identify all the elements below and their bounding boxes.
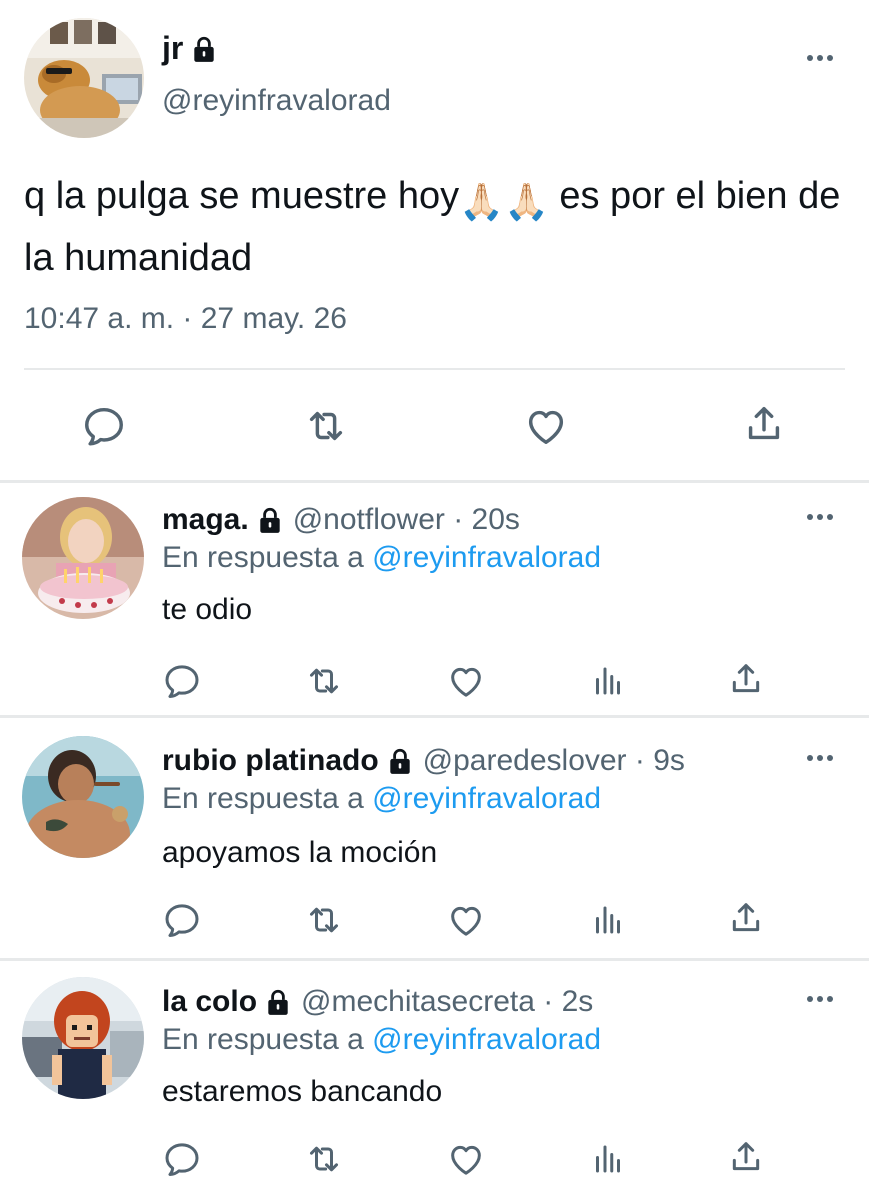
more-icon[interactable] — [802, 505, 838, 529]
reply-button[interactable] — [160, 659, 204, 703]
like-icon — [446, 900, 486, 940]
retweet-button[interactable] — [302, 1137, 346, 1181]
tweet-text: q la pulga se muestre hoy🙏🏻🙏🏻 es por el … — [24, 168, 844, 286]
retweet-icon — [303, 403, 349, 449]
reply-button[interactable] — [160, 1137, 204, 1181]
views-button[interactable] — [586, 659, 630, 703]
main-tweet: jr @reyinfravalorad q la pulga se muestr… — [0, 0, 869, 480]
reply-prefix: En respuesta a — [162, 1023, 373, 1056]
reply-icon — [162, 661, 202, 701]
share-icon — [741, 401, 787, 447]
reply-header: rubio platinado @paredeslover · 9s — [162, 744, 685, 778]
lock-icon — [387, 747, 413, 775]
share-button[interactable] — [724, 1135, 768, 1179]
author-name[interactable]: maga. — [162, 503, 249, 537]
like-button[interactable] — [444, 1137, 488, 1181]
views-icon — [590, 902, 626, 938]
tweet-text-part1: q la pulga se muestre hoy — [24, 175, 460, 217]
like-button[interactable] — [444, 898, 488, 942]
author-name[interactable]: jr — [162, 30, 217, 67]
more-icon[interactable] — [802, 987, 838, 1011]
reply-header: maga. @notflower · 20s — [162, 503, 520, 537]
avatar[interactable] — [22, 736, 144, 858]
avatar[interactable] — [22, 977, 144, 1099]
reply-button[interactable] — [80, 402, 128, 450]
like-icon — [523, 403, 569, 449]
author-handle[interactable]: @notflower · 20s — [293, 503, 520, 537]
like-icon — [446, 661, 486, 701]
author-name-text: jr — [162, 30, 184, 66]
like-icon — [446, 1139, 486, 1179]
like-button[interactable] — [444, 659, 488, 703]
views-button[interactable] — [586, 1137, 630, 1181]
reply-to-link[interactable]: @reyinfravalorad — [372, 782, 601, 815]
share-button[interactable] — [724, 896, 768, 940]
retweet-button[interactable] — [302, 402, 350, 450]
reply-icon — [162, 1139, 202, 1179]
author-name[interactable]: rubio platinado — [162, 744, 379, 778]
reply-context: En respuesta a @reyinfravalorad — [162, 782, 601, 816]
reply-text: apoyamos la moción — [162, 836, 438, 869]
retweet-button[interactable] — [302, 659, 346, 703]
reply-tweet[interactable]: rubio platinado @paredeslover · 9s En re… — [0, 718, 869, 958]
retweet-icon — [304, 661, 344, 701]
divider — [24, 368, 845, 370]
tweet-timestamp[interactable]: 10:47 a. m. · 27 may. 26 — [24, 302, 347, 336]
share-icon — [726, 898, 766, 938]
folded-hands-emoji: 🙏🏻🙏🏻 — [459, 181, 549, 222]
reply-header: la colo @mechitasecreta · 2s — [162, 985, 593, 1019]
more-icon[interactable] — [802, 46, 838, 70]
retweet-button[interactable] — [302, 898, 346, 942]
reply-context: En respuesta a @reyinfravalorad — [162, 1023, 601, 1057]
like-button[interactable] — [522, 402, 570, 450]
views-button[interactable] — [586, 898, 630, 942]
reply-icon — [81, 403, 127, 449]
reply-button[interactable] — [160, 898, 204, 942]
reply-tweet[interactable]: la colo @mechitasecreta · 2s En respuest… — [0, 961, 869, 1200]
lock-icon — [191, 35, 217, 63]
retweet-icon — [304, 1139, 344, 1179]
reply-text: estaremos bancando — [162, 1075, 443, 1108]
author-handle[interactable]: @mechitasecreta · 2s — [301, 985, 593, 1019]
reply-to-link[interactable]: @reyinfravalorad — [372, 541, 601, 574]
reply-context: En respuesta a @reyinfravalorad — [162, 541, 601, 575]
lock-icon — [265, 988, 291, 1016]
reply-prefix: En respuesta a — [162, 782, 373, 815]
reply-prefix: En respuesta a — [162, 541, 373, 574]
reply-to-link[interactable]: @reyinfravalorad — [372, 1023, 601, 1056]
author-handle[interactable]: @paredeslover · 9s — [423, 744, 685, 778]
author-name[interactable]: la colo — [162, 985, 257, 1019]
retweet-icon — [304, 900, 344, 940]
share-icon — [726, 659, 766, 699]
reply-icon — [162, 900, 202, 940]
lock-icon — [257, 506, 283, 534]
views-icon — [590, 1141, 626, 1177]
avatar[interactable] — [22, 497, 144, 619]
views-icon — [590, 663, 626, 699]
author-handle[interactable]: @reyinfravalorad — [162, 84, 391, 118]
share-icon — [726, 1137, 766, 1177]
share-button[interactable] — [740, 400, 788, 448]
share-button[interactable] — [724, 657, 768, 701]
reply-tweet[interactable]: maga. @notflower · 20s En respuesta a @r… — [0, 483, 869, 715]
avatar[interactable] — [24, 18, 144, 138]
reply-text: te odio — [162, 593, 253, 626]
more-icon[interactable] — [802, 746, 838, 770]
